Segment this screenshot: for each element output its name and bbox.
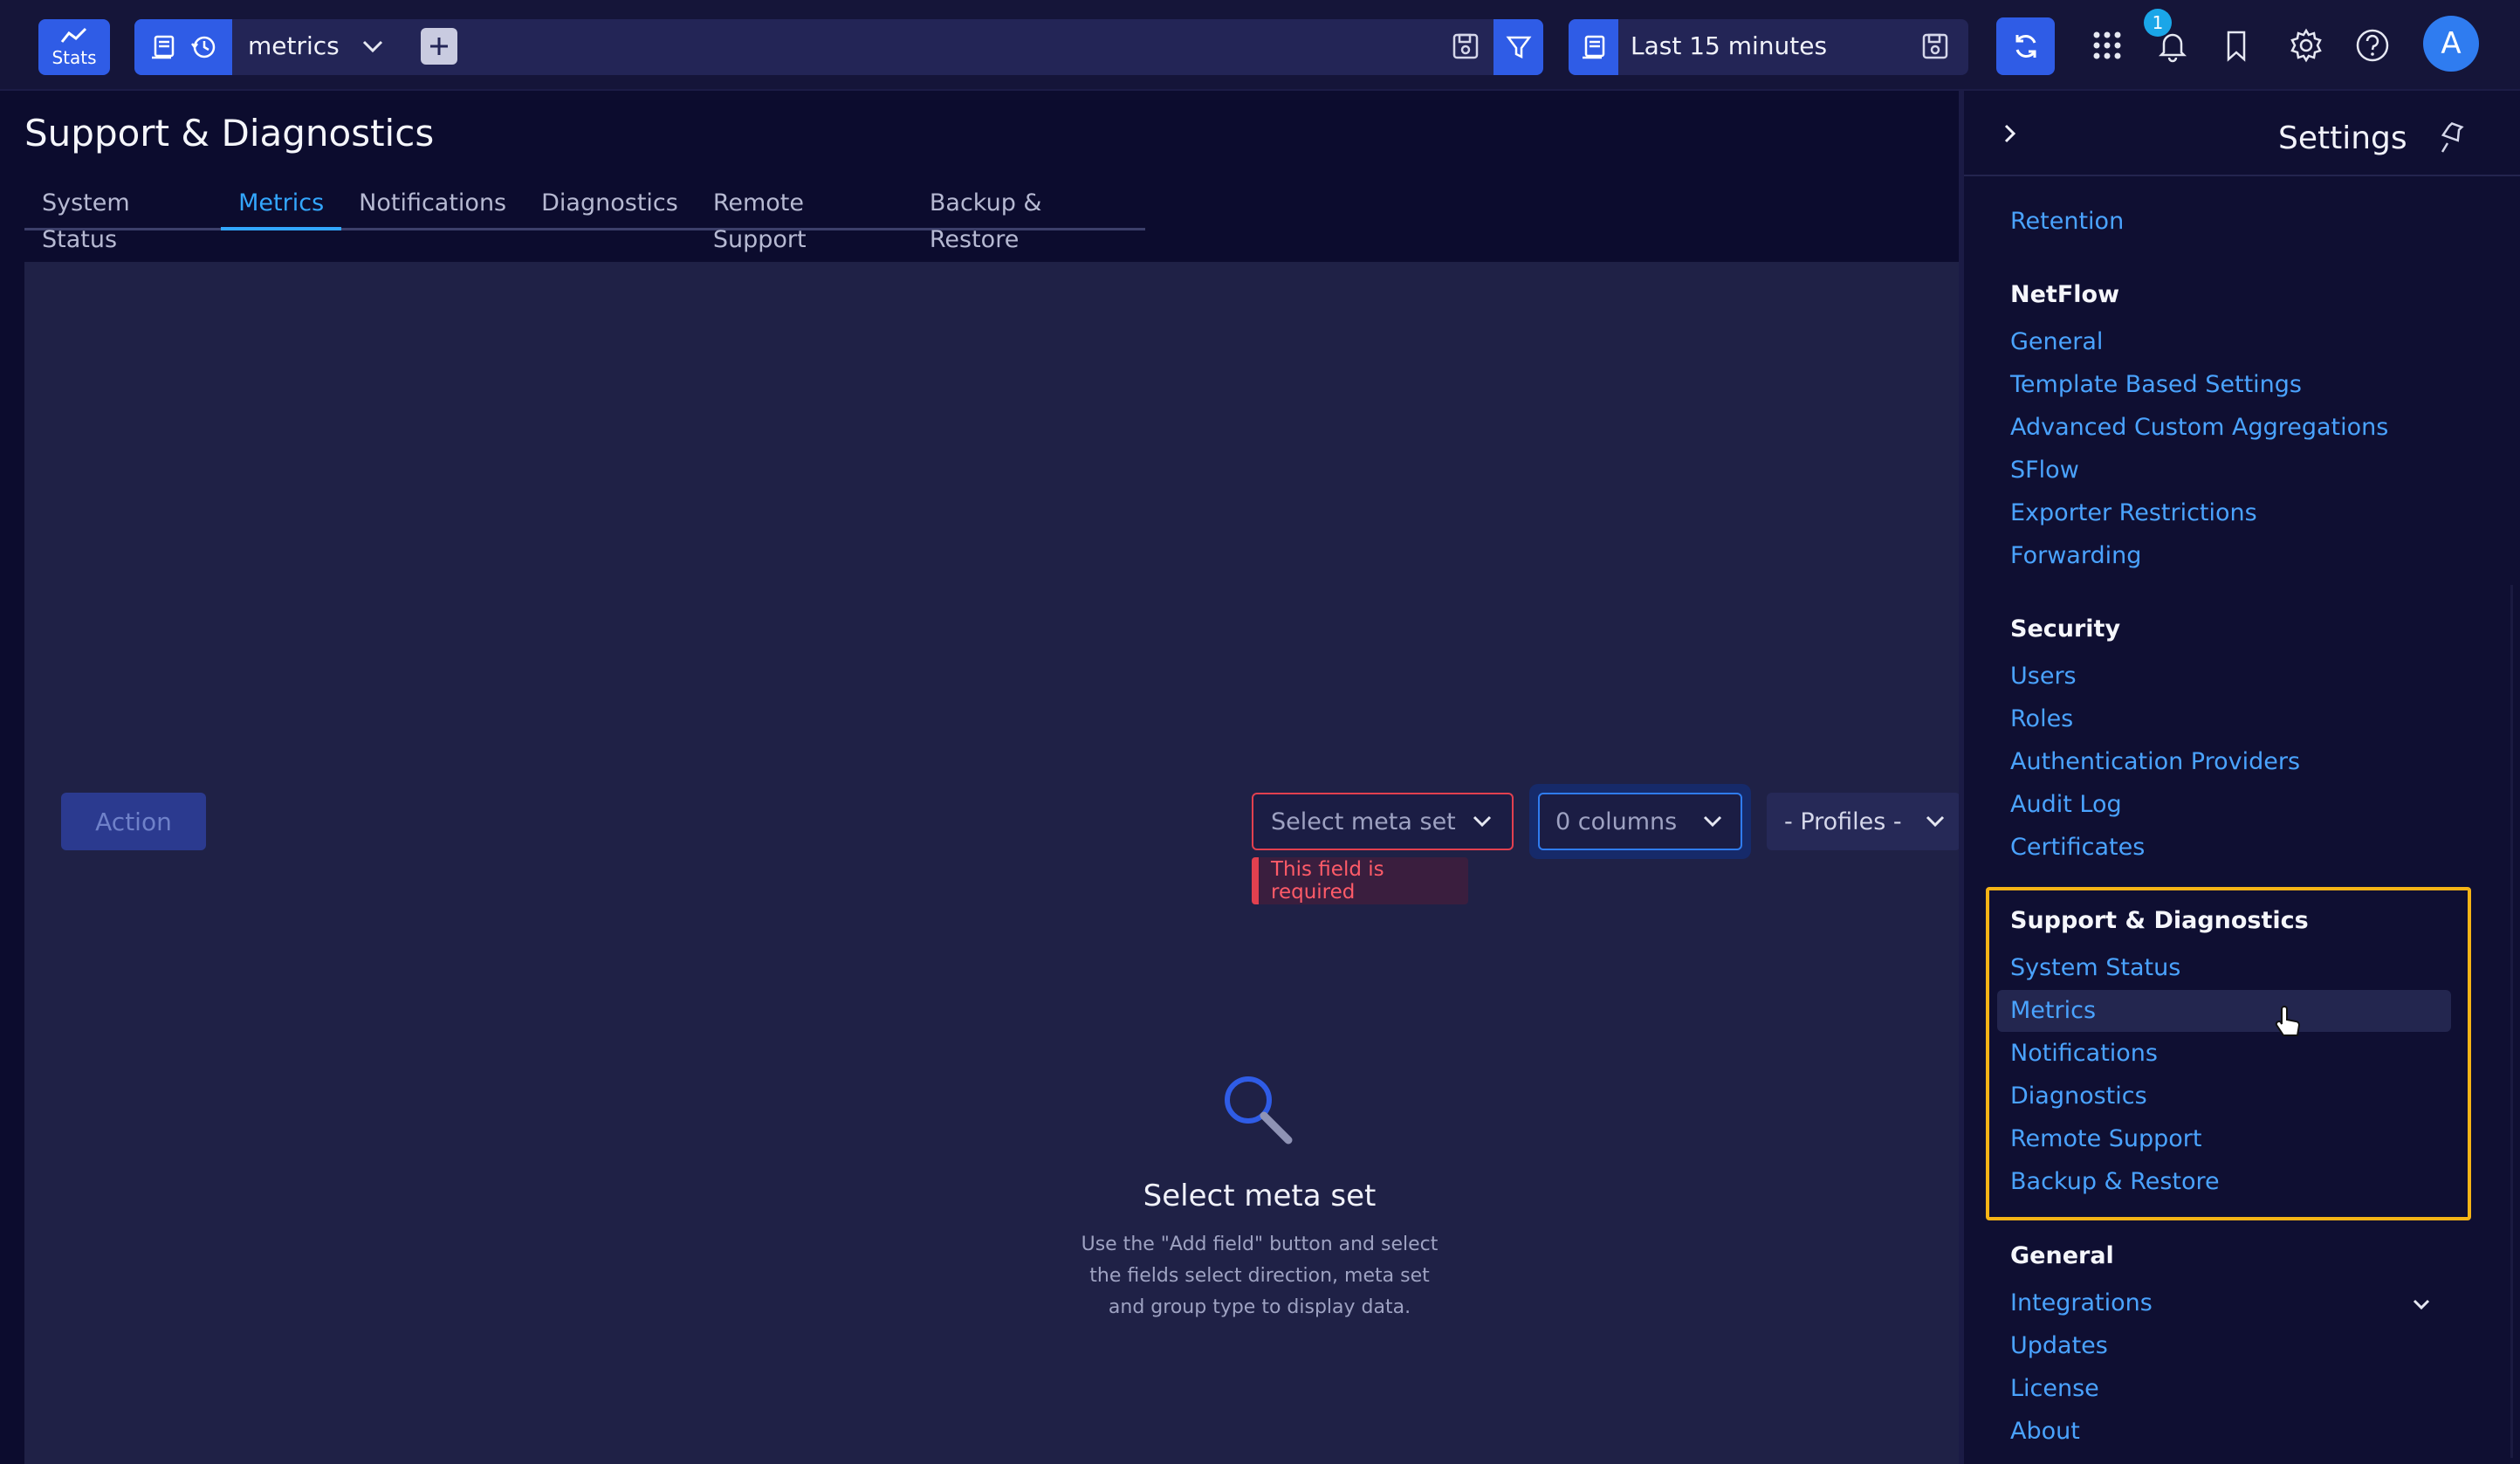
refresh-button[interactable] [1996,17,2055,75]
tab-remote-support[interactable]: Remote Support [696,185,912,253]
add-query-button[interactable] [421,28,457,65]
chevron-down-icon[interactable] [2409,1292,2434,1316]
settings-link-certificates[interactable]: Certificates [2010,834,2145,861]
settings-link-general[interactable]: General [2010,328,2103,355]
meta-set-placeholder: Select meta set [1271,808,1456,835]
settings-link-advanced-custom-aggregations[interactable]: Advanced Custom Aggregations [2010,414,2388,441]
search-icon [1225,1076,1293,1144]
history-icon[interactable] [189,33,217,61]
empty-state-description: Use the "Add field" button and select th… [960,1229,1559,1323]
settings-link-remote-support[interactable]: Remote Support [2010,1125,2202,1152]
chevron-down-icon[interactable] [360,33,386,59]
saved-times-icon [1582,35,1604,59]
chevron-down-icon [1473,815,1492,828]
page-title: Support & Diagnostics [24,112,435,155]
query-bar[interactable] [134,19,1543,75]
settings-link-audit-log[interactable]: Audit Log [2010,791,2122,818]
time-presets-button[interactable] [1569,19,1618,75]
stats-label: Stats [51,47,97,68]
settings-link-template-based-settings[interactable]: Template Based Settings [2010,371,2302,398]
settings-link-diagnostics[interactable]: Diagnostics [2010,1083,2147,1110]
query-actions [134,19,232,75]
settings-link-exporter-restrictions[interactable]: Exporter Restrictions [2010,499,2257,526]
settings-group-general: General [2010,1242,2114,1269]
filter-icon [1506,36,1531,59]
settings-link-notifications[interactable]: Notifications [2010,1040,2158,1067]
settings-link-forwarding[interactable]: Forwarding [2010,542,2141,569]
save-query-icon[interactable] [1451,31,1480,61]
settings-title: Settings [2278,120,2407,156]
chevron-right-icon[interactable] [1999,122,2022,145]
tab-system-status[interactable]: System Status [24,185,221,253]
empty-state-line: and group type to display data. [1108,1296,1411,1318]
gear-icon[interactable] [2285,24,2327,66]
settings-link-about[interactable]: About [2010,1418,2080,1445]
saved-queries-icon[interactable] [149,33,177,61]
bookmark-icon[interactable] [2215,24,2257,66]
settings-scrollbar[interactable] [2510,585,2513,1458]
columns-select[interactable]: 0 columns [1538,793,1742,850]
profiles-label: - Profiles - [1784,808,1902,835]
apps-grid-icon[interactable] [2086,24,2128,66]
required-field-error: This field is required [1252,857,1468,904]
settings-link-retention[interactable]: Retention [2010,208,2124,235]
columns-label: 0 columns [1555,808,1678,835]
hand-cursor-icon [2275,1006,2301,1036]
settings-group-security: Security [2010,615,2121,643]
avatar[interactable]: A [2423,16,2479,72]
stats-icon [60,27,87,43]
settings-link-license[interactable]: License [2010,1375,2099,1402]
settings-link-backup-restore[interactable]: Backup & Restore [2010,1168,2220,1195]
pin-icon[interactable] [2435,120,2467,155]
filter-button[interactable] [1493,19,1543,75]
tab-backup-restore[interactable]: Backup & Restore [912,185,1145,253]
settings-link-authentication-providers[interactable]: Authentication Providers [2010,748,2300,775]
settings-link-sflow[interactable]: SFlow [2010,457,2079,484]
empty-state-line: Use the "Add field" button and select [1081,1234,1439,1255]
settings-link-metrics[interactable]: Metrics [2010,997,2096,1024]
settings-group-netflow: NetFlow [2010,281,2120,308]
time-range-label[interactable]: Last 15 minutes [1631,31,1827,60]
settings-link-roles[interactable]: Roles [2010,705,2073,732]
tab-metrics[interactable]: Metrics [221,185,342,230]
tab-diagnostics[interactable]: Diagnostics [524,185,696,230]
settings-link-system-status[interactable]: System Status [2010,954,2180,981]
stats-button[interactable]: Stats [38,19,110,75]
settings-link-users[interactable]: Users [2010,663,2077,690]
meta-set-select[interactable]: Select meta set [1252,793,1514,850]
chevron-down-icon [1926,815,1944,828]
plus-icon [430,38,448,55]
empty-state-title: Select meta set [1143,1179,1377,1213]
settings-link-integrations[interactable]: Integrations [2010,1289,2153,1316]
profiles-select[interactable]: - Profiles - [1767,793,1960,850]
tab-bar: System Status Metrics Notifications Diag… [24,185,1145,253]
empty-state-line: the fields select direction, meta set [1089,1265,1430,1287]
refresh-icon [2015,35,2036,58]
help-icon[interactable] [2352,24,2393,66]
tab-notifications[interactable]: Notifications [341,185,524,230]
settings-link-updates[interactable]: Updates [2010,1332,2108,1359]
notification-badge: 1 [2144,9,2172,37]
settings-group-support-diagnostics: Support & Diagnostics [2010,907,2309,934]
save-time-icon[interactable] [1920,31,1950,61]
chevron-down-icon [1703,815,1722,828]
query-name[interactable]: metrics [248,31,340,60]
action-button[interactable]: Action [61,793,206,850]
